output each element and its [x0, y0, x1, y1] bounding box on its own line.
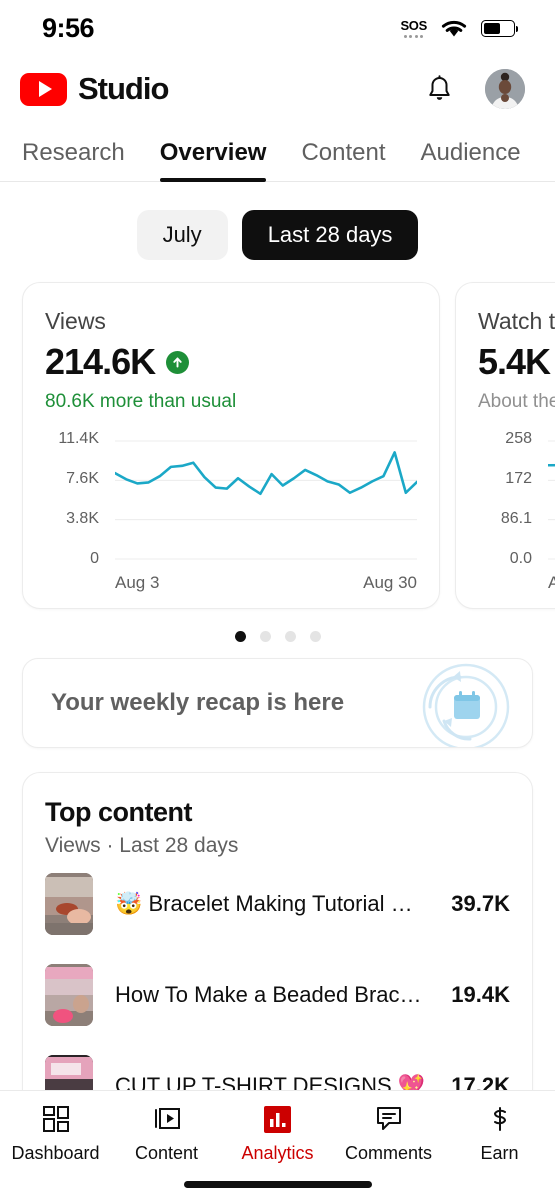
views-chart: 11.4K 7.6K 3.8K 0 Aug 3 Aug 30 — [45, 430, 417, 593]
home-indicator — [183, 1181, 372, 1188]
nav-item-dashboard[interactable]: Dashboard — [0, 1104, 111, 1164]
metric-value: 214.6K — [45, 341, 156, 382]
content-play-icon — [152, 1104, 182, 1134]
row-views: 19.4K — [451, 982, 510, 1007]
row-title: 🤯 Bracelet Making Tutorial 🤯... — [115, 891, 430, 916]
nav-item-analytics[interactable]: Analytics — [222, 1104, 333, 1164]
row-title: How To Make a Beaded Bracelet... — [115, 982, 430, 1007]
analytics-bars-icon — [263, 1104, 293, 1134]
nav-item-comments[interactable]: Comments — [333, 1104, 444, 1164]
row-views: 39.7K — [451, 891, 510, 916]
metric-label: Views — [45, 308, 106, 334]
y-tick: 0.0 — [509, 550, 532, 567]
tab-research[interactable]: Research — [22, 139, 125, 181]
y-tick: 258 — [505, 430, 532, 447]
date-filter-chips: July Last 28 days — [0, 182, 555, 282]
x-tick-start: Aug 3 — [548, 573, 555, 592]
tab-overview[interactable]: Overview — [159, 139, 266, 182]
metric-card-watch-time[interactable]: Watch tim 5.4K About the s 258 172 86.1 … — [455, 282, 555, 609]
metric-subtitle: 80.6K more than usual — [45, 391, 237, 412]
status-time: 9:56 — [42, 12, 95, 43]
beaded-bracelet-thumbnail — [45, 964, 93, 1026]
top-content-title: Top content — [45, 797, 192, 827]
analytics-tabs: Research Overview Content Audience Rev — [0, 122, 555, 182]
chart-plot-area — [548, 435, 555, 565]
weekly-recap-label: Your weekly recap is here — [51, 689, 345, 716]
table-row[interactable]: 🤯 Bracelet Making Tutorial 🤯... 39.7K — [45, 858, 510, 949]
x-tick-start: Aug 3 — [115, 573, 160, 592]
metric-value-row: 5.4K — [478, 341, 555, 383]
avatar[interactable] — [485, 69, 525, 109]
metric-value: 5.4K — [478, 341, 551, 382]
earn-dollar-icon — [485, 1104, 515, 1134]
carousel-dot[interactable] — [309, 631, 321, 642]
nav-item-content[interactable]: Content — [111, 1104, 222, 1164]
y-tick: 172 — [505, 470, 532, 487]
y-tick: 11.4K — [58, 430, 99, 447]
recap-refresh-calendar-icon — [422, 663, 510, 747]
metric-value-row: 214.6K — [45, 341, 417, 383]
metric-card-views[interactable]: Views 214.6K 80.6K more than usual 11.4K… — [22, 282, 440, 609]
top-content-card: Top content Views · Last 28 days 🤯 Brace… — [22, 772, 533, 1142]
youtube-logo-icon — [20, 72, 67, 106]
status-bar: 9:56 SOS — [0, 0, 555, 56]
top-content-subtitle: Views · Last 28 days — [45, 834, 239, 857]
nav-item-earn[interactable]: Earn — [444, 1104, 555, 1164]
bell-icon[interactable] — [426, 74, 453, 104]
carousel-dots — [0, 609, 555, 658]
watch-time-chart: 258 172 86.1 0.0 Aug 3 — [478, 430, 555, 593]
battery-icon — [481, 19, 518, 37]
arrow-up-circle-icon — [166, 350, 190, 374]
bottom-navigation: Dashboard Content Analytics Comments Ear… — [0, 1090, 555, 1200]
carousel-dot[interactable] — [234, 631, 246, 642]
metric-subtitle: About the s — [478, 391, 555, 412]
brand-name: Studio — [78, 71, 169, 106]
nav-label: Earn — [480, 1143, 519, 1163]
y-tick: 0 — [90, 550, 99, 567]
comments-bubble-icon — [374, 1104, 404, 1134]
studio-brand[interactable]: Studio — [20, 71, 169, 107]
header-actions — [426, 69, 525, 109]
x-axis-labels: Aug 3 Aug 30 — [115, 573, 417, 593]
dashboard-grid-icon — [41, 1104, 71, 1134]
carousel-dot[interactable] — [284, 631, 296, 642]
chip-last-28-days[interactable]: Last 28 days — [241, 210, 419, 260]
y-tick: 3.8K — [66, 510, 99, 527]
nav-label: Analytics — [241, 1143, 314, 1163]
y-tick: 86.1 — [500, 510, 532, 527]
y-axis-labels: 258 172 86.1 0.0 — [478, 430, 532, 567]
x-tick-end: Aug 30 — [363, 573, 417, 592]
sos-icon: SOS — [400, 18, 427, 38]
status-indicators: SOS — [400, 18, 518, 39]
tab-audience[interactable]: Audience — [421, 139, 521, 181]
bracelet-tutorial-thumbnail — [45, 873, 93, 935]
nav-label: Comments — [344, 1143, 433, 1163]
tab-content[interactable]: Content — [301, 139, 385, 181]
nav-label: Content — [134, 1143, 199, 1163]
metric-label: Watch tim — [478, 308, 555, 334]
weekly-recap-card[interactable]: Your weekly recap is here — [22, 658, 533, 748]
nav-label: Dashboard — [11, 1143, 100, 1163]
y-axis-labels: 11.4K 7.6K 3.8K 0 — [45, 430, 99, 567]
chip-july[interactable]: July — [136, 210, 228, 260]
chart-plot-area — [115, 435, 417, 565]
carousel-dot[interactable] — [259, 631, 271, 642]
x-axis-labels: Aug 3 — [548, 573, 555, 593]
y-tick: 7.6K — [66, 470, 99, 487]
wifi-icon — [441, 20, 467, 36]
metric-cards-carousel[interactable]: Views 214.6K 80.6K more than usual 11.4K… — [0, 282, 555, 609]
table-row[interactable]: How To Make a Beaded Bracelet... 19.4K — [45, 949, 510, 1040]
app-header: Studio — [0, 56, 555, 122]
